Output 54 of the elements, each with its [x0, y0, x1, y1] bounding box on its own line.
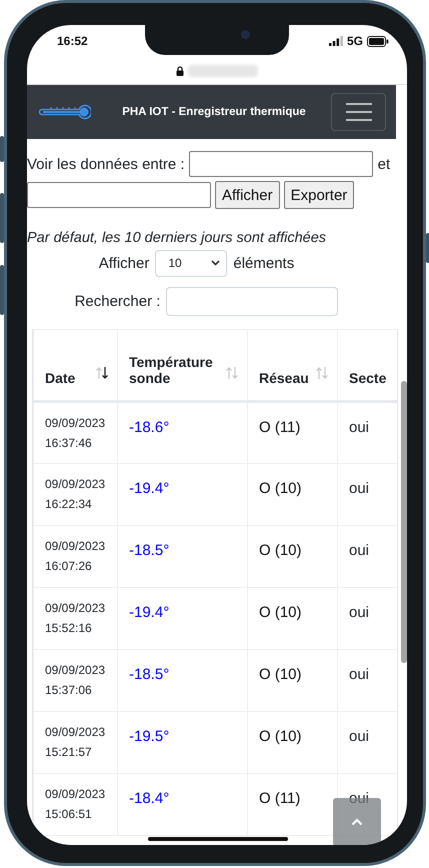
table-cell-text: 09/09/2023 16:07:26: [45, 538, 106, 575]
battery-icon: [367, 36, 389, 46]
table-cell: O (10): [259, 480, 302, 497]
table-cell: oui: [349, 419, 370, 436]
app-title: PHA IOT - Enregistreur thermique: [121, 106, 307, 118]
table-cell: oui: [349, 480, 370, 497]
table-cell: O (10): [259, 728, 302, 745]
start-date-field[interactable]: [188, 151, 373, 177]
table-cell: -18.5°: [129, 666, 170, 683]
menu-button[interactable]: [331, 93, 386, 131]
table-cell-text: 09/09/2023 15:37:06: [45, 662, 106, 699]
table-cell: O (11): [259, 790, 300, 807]
lock-icon: [176, 66, 184, 76]
end-date-field[interactable]: [27, 182, 211, 208]
elements-label: éléments: [233, 254, 294, 272]
table-cell: O (11): [259, 419, 300, 436]
table-cell: O (10): [259, 666, 302, 683]
date-range-label: Voir les données entre :: [27, 156, 185, 172]
table-cell-text: 09/09/2023 15:06:51: [45, 786, 106, 823]
search-field[interactable]: [166, 286, 338, 316]
column-header[interactable]: Température sonde: [118, 330, 248, 402]
menu-icon: [346, 103, 372, 121]
network-label: 5G: [346, 34, 363, 48]
signal-icon: [328, 36, 343, 46]
table-cell: O (10): [259, 604, 302, 621]
show-button[interactable]: Afficher: [215, 181, 280, 209]
search-label: Rechercher :: [74, 292, 160, 310]
table-cell: oui: [349, 604, 370, 621]
table-cell: oui: [349, 666, 370, 683]
table-cell: O (10): [259, 542, 302, 559]
blurred-address: [188, 64, 258, 76]
page-length-select[interactable]: 10: [155, 250, 228, 276]
table-cell-text: 09/09/2023 16:37:46: [45, 415, 106, 452]
show-label: Afficher: [98, 254, 150, 272]
export-button[interactable]: Exporter: [284, 181, 354, 209]
table-cell: oui: [349, 728, 370, 745]
table-cell: -18.4°: [129, 790, 170, 807]
thermometer-icon: [39, 102, 91, 122]
column-header[interactable]: Réseau: [248, 330, 338, 402]
table-cell: oui: [349, 542, 370, 559]
table-cell-text: 09/09/2023 15:52:16: [45, 600, 106, 637]
conjunction-label: et: [378, 156, 390, 172]
table-cell: -19.4°: [129, 480, 170, 497]
column-header[interactable]: Date: [34, 330, 118, 402]
table-cell: -18.6°: [129, 419, 170, 436]
status-time: 16:52: [57, 34, 88, 48]
chevron-down-icon: [211, 260, 220, 266]
table-cell: -18.5°: [129, 542, 170, 559]
caret-up-icon: [351, 818, 363, 826]
table-cell: -19.4°: [129, 604, 170, 621]
table-cell: -19.5°: [129, 728, 170, 745]
table-cell-text: 09/09/2023 15:21:57: [45, 724, 106, 761]
table-cell-text: 09/09/2023 16:22:34: [45, 476, 106, 513]
default-range-note: Par défaut, les 10 derniers jours sont affichées: [27, 230, 328, 246]
